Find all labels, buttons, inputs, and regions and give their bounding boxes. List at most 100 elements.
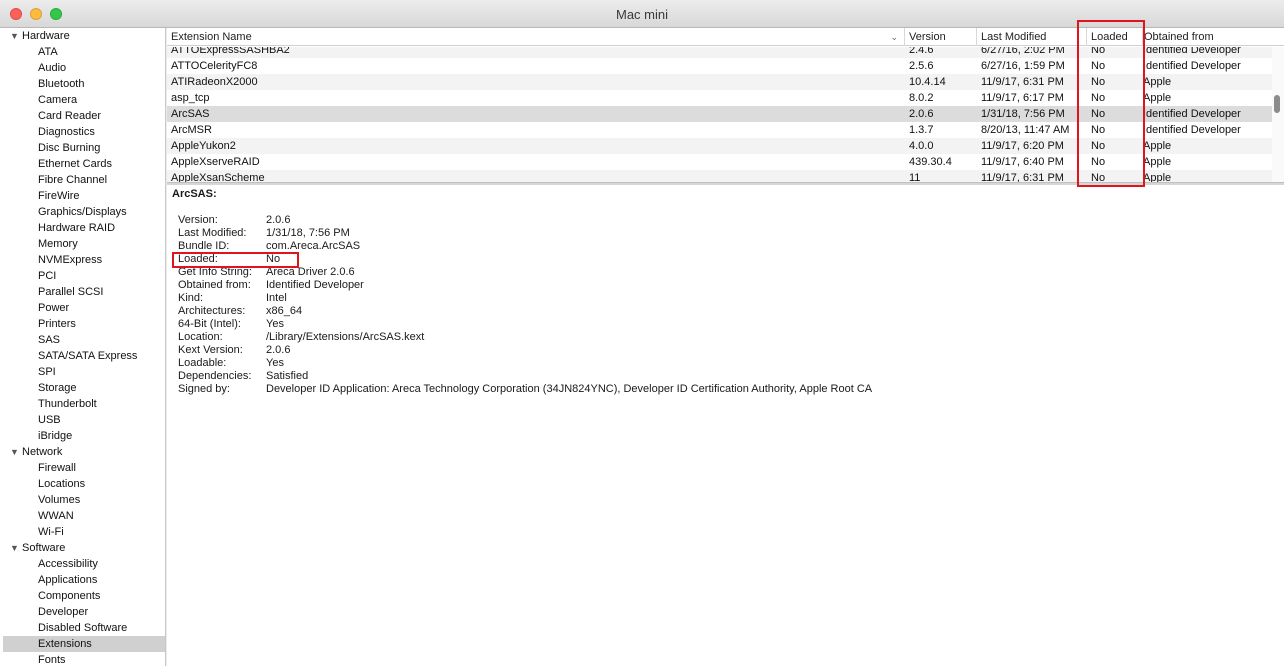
sidebar-item-spi[interactable]: SPI: [0, 364, 165, 380]
table-cell-obtained-from: Identified Developer: [1143, 60, 1241, 72]
window-title: Mac mini: [615, 7, 668, 22]
detail-field-value: com.Areca.ArcSAS: [266, 240, 361, 252]
table-cell-loaded: No: [1091, 124, 1106, 136]
sidebar-item-diagnostics[interactable]: Diagnostics: [0, 124, 165, 140]
sidebar-item-printers[interactable]: Printers: [0, 316, 165, 332]
sidebar-item-storage[interactable]: Storage: [0, 380, 165, 396]
sidebar-item-firewire[interactable]: FireWire: [0, 188, 165, 204]
sidebar-item-ibridge[interactable]: iBridge: [0, 428, 165, 444]
sidebar-item-applications[interactable]: Applications: [0, 572, 165, 588]
sidebar-item-memory[interactable]: Memory: [0, 236, 165, 252]
table-header: Extension Name ⌄ Version Last Modified L…: [167, 28, 1284, 46]
sidebar-item-hardware-raid[interactable]: Hardware RAID: [0, 220, 165, 236]
sidebar-item-power[interactable]: Power: [0, 300, 165, 316]
detail-field-value: Developer ID Application: Areca Technolo…: [266, 383, 873, 395]
table-cell-last-modified: 11/9/17, 6:31 PM: [981, 172, 1064, 182]
sidebar-item-developer[interactable]: Developer: [0, 604, 165, 620]
column-header-loaded[interactable]: Loaded: [1087, 28, 1143, 46]
table-cell-loaded: No: [1091, 156, 1106, 168]
table-cell-last-modified: 1/31/18, 7:56 PM: [981, 108, 1065, 120]
detail-field-value: Areca Driver 2.0.6: [266, 266, 355, 278]
detail-field-value: x86_64: [266, 305, 303, 317]
detail-field-label: Signed by:: [178, 383, 230, 395]
title-bar: Mac mini: [0, 0, 1284, 28]
detail-field-value: No: [266, 253, 281, 265]
detail-field-value: 2.0.6: [266, 344, 291, 356]
column-header-extension-name[interactable]: Extension Name ⌄: [167, 28, 905, 46]
sidebar-item-graphics-displays[interactable]: Graphics/Displays: [0, 204, 165, 220]
table-row[interactable]: AppleYukon2 4.0.0 11/9/17, 6:20 PM No Apple: [167, 138, 1272, 154]
sidebar-item-wwan[interactable]: WWAN: [0, 508, 165, 524]
detail-field-value: Identified Developer: [266, 279, 364, 291]
sidebar-item-firewall[interactable]: Firewall: [0, 460, 165, 476]
sidebar-group-hardware[interactable]: ▼ Hardware: [0, 28, 165, 44]
sidebar-item-audio[interactable]: Audio: [0, 60, 165, 76]
sidebar-item-nvmexpress[interactable]: NVMExpress: [0, 252, 165, 268]
table-row[interactable]: ATIRadeonX2000 10.4.14 11/9/17, 6:31 PM No A…: [167, 74, 1272, 90]
sidebar-item-wi-fi[interactable]: Wi-Fi: [0, 524, 165, 540]
sidebar-item-ethernet-cards[interactable]: Ethernet Cards: [0, 156, 165, 172]
sidebar-item-thunderbolt[interactable]: Thunderbolt: [0, 396, 165, 412]
sidebar-item-sata-sata-express[interactable]: SATA/SATA Express: [0, 348, 165, 364]
table-cell-loaded: No: [1091, 60, 1106, 72]
sidebar-item-fonts[interactable]: Fonts: [0, 652, 165, 666]
table-row[interactable]: ArcMSR 1.3.7 8/20/13, 11:47 AM No Identified…: [167, 122, 1272, 138]
table-cell-extension-name: asp_tcp: [171, 92, 210, 104]
sidebar-item-parallel-scsi[interactable]: Parallel SCSI: [0, 284, 165, 300]
sidebar-item-ata[interactable]: ATA: [0, 44, 165, 60]
table-cell-obtained-from: Apple: [1143, 172, 1172, 182]
column-header-obtained-from[interactable]: Obtained from: [1143, 28, 1284, 46]
table-cell-last-modified: 11/9/17, 6:31 PM: [981, 76, 1064, 88]
table-cell-loaded: No: [1091, 92, 1106, 104]
disclosure-triangle-icon[interactable]: ▼: [10, 540, 22, 556]
sidebar-item-volumes[interactable]: Volumes: [0, 492, 165, 508]
table-cell-loaded: No: [1091, 140, 1106, 152]
table-row[interactable]: ArcSAS 2.0.6 1/31/18, 7:56 PM No Identified …: [167, 106, 1272, 122]
detail-field-label: 64-Bit (Intel):: [178, 318, 241, 330]
detail-field-label: Dependencies:: [178, 370, 252, 382]
table-cell-obtained-from: Identified Developer: [1143, 108, 1241, 120]
sidebar-item-card-reader[interactable]: Card Reader: [0, 108, 165, 124]
disclosure-triangle-icon[interactable]: ▼: [10, 28, 22, 44]
sidebar-item-pci[interactable]: PCI: [0, 268, 165, 284]
sidebar-item-disabled-software[interactable]: Disabled Software: [0, 620, 165, 636]
detail-field-value: /Library/Extensions/ArcSAS.kext: [266, 331, 425, 343]
sidebar-group-network[interactable]: ▼ Network: [0, 444, 165, 460]
sidebar-item-extensions[interactable]: Extensions: [3, 636, 165, 652]
detail-field-label: Last Modified:: [178, 227, 247, 239]
table-row[interactable]: ATTOExpressSASHBA2 2.4.6 6/27/16, 2:02 PM N…: [167, 47, 1272, 58]
sidebar-group-label: Network: [22, 446, 63, 458]
table-cell-last-modified: 11/9/17, 6:20 PM: [981, 140, 1064, 152]
detail-field-label: Location:: [178, 331, 223, 343]
sidebar-item-camera[interactable]: Camera: [0, 92, 165, 108]
table-row[interactable]: AppleXserveRAID 439.30.4 11/9/17, 6:40 PM N…: [167, 154, 1272, 170]
sidebar-item-bluetooth[interactable]: Bluetooth: [0, 76, 165, 92]
sidebar-item-disc-burning[interactable]: Disc Burning: [0, 140, 165, 156]
table-row[interactable]: asp_tcp 8.0.2 11/9/17, 6:17 PM No Apple: [167, 90, 1272, 106]
sidebar-item-locations[interactable]: Locations: [0, 476, 165, 492]
sidebar-item-usb[interactable]: USB: [0, 412, 165, 428]
detail-field-label: Kind:: [178, 292, 204, 304]
table-row[interactable]: ATTOCelerityFC8 2.5.6 6/27/16, 1:59 PM No Id…: [167, 58, 1272, 74]
table-cell-obtained-from: Apple: [1143, 140, 1172, 152]
table-cell-version: 2.0.6: [909, 108, 934, 120]
table-cell-extension-name: ATTOExpressSASHBA2: [171, 47, 290, 56]
table-scrollbar[interactable]: [1272, 47, 1284, 182]
table-cell-extension-name: ArcMSR: [171, 124, 212, 136]
sidebar-item-fibre-channel[interactable]: Fibre Channel: [0, 172, 165, 188]
detail-field-label: Bundle ID:: [178, 240, 230, 252]
disclosure-triangle-icon[interactable]: ▼: [10, 444, 22, 460]
table-row[interactable]: AppleXsanScheme 11 11/9/17, 6:31 PM No Apple: [167, 170, 1272, 182]
sidebar-item-accessibility[interactable]: Accessibility: [0, 556, 165, 572]
sidebar-group-software[interactable]: ▼ Software: [0, 540, 165, 556]
table-body: ATTOExpressSASHBA2 2.4.6 6/27/16, 2:02 PM N…: [167, 47, 1272, 182]
sidebar-item-sas[interactable]: SAS: [0, 332, 165, 348]
column-header-last-modified[interactable]: Last Modified: [977, 28, 1087, 46]
table-cell-obtained-from: Apple: [1143, 92, 1172, 104]
table-cell-version: 11: [909, 172, 921, 182]
column-header-version[interactable]: Version: [905, 28, 977, 46]
sidebar-item-components[interactable]: Components: [0, 588, 165, 604]
scrollbar-thumb[interactable]: [1274, 95, 1280, 113]
table-cell-loaded: No: [1091, 47, 1106, 56]
detail-title: ArcSAS:: [172, 188, 217, 200]
